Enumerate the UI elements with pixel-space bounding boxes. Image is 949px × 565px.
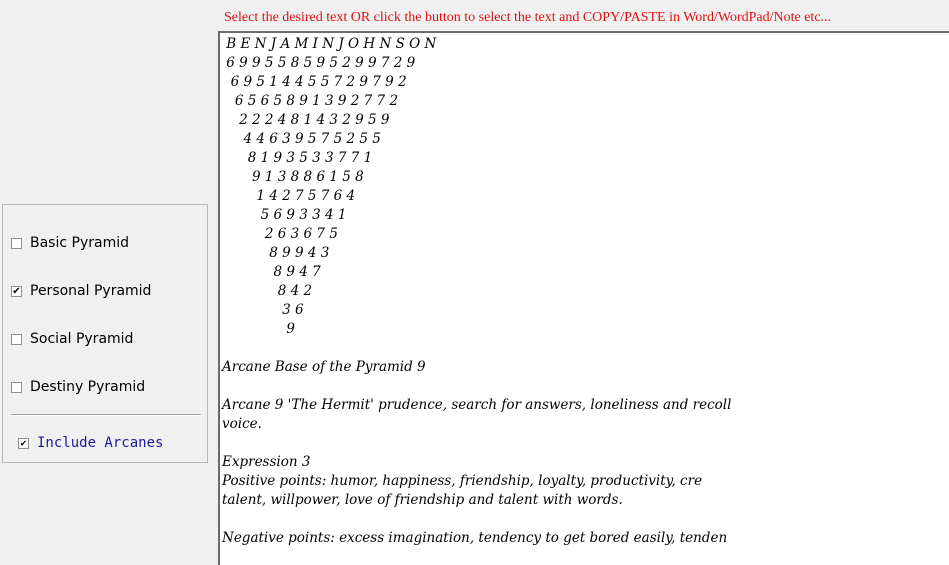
personal-pyramid-checkbox-box[interactable]: ✔ [11,285,22,297]
pyramid-options-panel: Basic Pyramid ✔ Personal Pyramid Social … [2,204,208,463]
output-line: 5 6 9 3 3 4 1 [222,207,347,223]
output-line: 8 1 9 3 5 3 3 7 7 1 [222,150,373,166]
output-line: 6 9 9 5 5 8 5 9 5 2 9 9 7 2 9 [222,55,416,71]
output-line: 1 4 2 7 5 7 6 4 [222,188,356,204]
basic-pyramid-checkbox-box[interactable] [11,237,22,249]
social-pyramid-checkbox[interactable]: Social Pyramid [11,331,133,347]
output-line: 9 [222,321,295,337]
personal-pyramid-label: Personal Pyramid [30,283,152,299]
output-line: Expression 3 [222,454,311,470]
output-text: B E N J A M I N J O H N S O N 6 9 9 5 5 … [222,35,731,548]
destiny-pyramid-label: Destiny Pyramid [30,379,146,395]
destiny-pyramid-checkbox[interactable]: Destiny Pyramid [11,379,145,395]
output-text-area[interactable]: B E N J A M I N J O H N S O N 6 9 9 5 5 … [218,31,949,565]
output-line: 2 2 2 4 8 1 4 3 2 9 5 9 [222,112,390,128]
output-line: 6 9 5 1 4 4 5 5 7 2 9 7 9 2 [222,74,407,90]
include-arcanes-checkbox-box[interactable]: ✔ [18,437,29,449]
include-arcanes-checkbox[interactable]: ✔ Include Arcanes [18,435,163,451]
output-line: voice. [222,416,262,432]
output-line: 2 6 3 6 7 5 [222,226,338,242]
output-line: Arcane Base of the Pyramid 9 [222,359,426,375]
output-line: 6 5 6 5 8 9 1 3 9 2 7 7 2 [222,93,399,109]
output-line: talent, willpower, love of friendship an… [222,492,623,508]
basic-pyramid-label: Basic Pyramid [30,235,129,251]
output-line: 8 9 4 7 [222,264,321,280]
social-pyramid-checkbox-box[interactable] [11,333,22,345]
personal-pyramid-checkbox[interactable]: ✔ Personal Pyramid [11,283,151,299]
output-line: Arcane 9 'The Hermit' prudence, search f… [222,397,732,413]
output-line: 4 4 6 3 9 5 7 5 2 5 5 [222,131,381,147]
social-pyramid-label: Social Pyramid [30,331,134,347]
output-line: 9 1 3 8 8 6 1 5 8 [222,169,364,185]
options-separator [11,414,201,416]
output-line: Negative points: excess imagination, ten… [222,530,728,546]
destiny-pyramid-checkbox-box[interactable] [11,381,22,393]
basic-pyramid-checkbox[interactable]: Basic Pyramid [11,235,129,251]
instruction-text: Select the desired text OR click the but… [224,10,832,25]
output-line: 3 6 [222,302,304,318]
include-arcanes-label: Include Arcanes [37,435,164,451]
output-line: 8 9 9 4 3 [222,245,330,261]
output-line: B E N J A M I N J O H N S O N [222,36,437,52]
output-line: Positive points: humor, happiness, frien… [222,473,703,489]
output-line: 8 4 2 [222,283,313,299]
